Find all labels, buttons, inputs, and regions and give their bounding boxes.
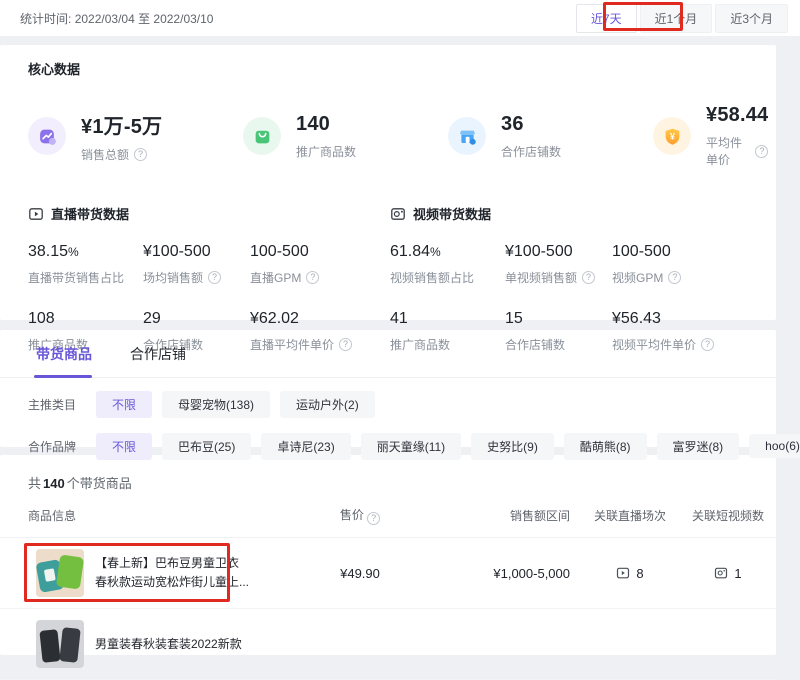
help-icon[interactable] xyxy=(367,512,380,525)
metric-label: 销售总额 xyxy=(81,146,129,163)
live-session-count: 8 xyxy=(580,566,680,581)
range-button-7d[interactable]: 近7天 xyxy=(576,4,637,33)
price-shield-icon: ¥ xyxy=(653,117,691,155)
product-bag-icon xyxy=(243,117,281,155)
metric-value: 36 xyxy=(501,113,561,136)
metric-total-sales: ¥1万-5万 销售总额 xyxy=(28,104,243,168)
product-title: 男童装春秋装套装2022新款 xyxy=(95,635,242,654)
short-video-icon xyxy=(714,566,728,580)
chip-category[interactable]: 母婴宠物(138) xyxy=(162,391,270,418)
chip-unlimited[interactable]: 不限 xyxy=(96,433,152,460)
live-metric: ¥62.02 直播平均件单价 xyxy=(250,310,390,353)
chip-brand[interactable]: 酷萌熊(8) xyxy=(564,433,647,460)
filter-label: 合作品牌 xyxy=(28,438,96,455)
metric-avg-unit-price: ¥ ¥58.44 平均件单价 xyxy=(653,104,768,168)
help-icon[interactable] xyxy=(339,338,352,351)
stat-time-value: 2022/03/04 至 2022/03/10 xyxy=(75,12,214,26)
stat-time-label: 统计时间: xyxy=(20,12,71,26)
help-icon[interactable] xyxy=(582,271,595,284)
core-metrics: ¥1万-5万 销售总额 140 推广商品数 36 合作店铺数 ¥ xyxy=(28,104,752,168)
topbar: 统计时间: 2022/03/04 至 2022/03/10 近7天 近1个月 近… xyxy=(0,0,800,36)
table-row[interactable]: 【春上新】巴布豆男童卫衣 春秋款运动宽松炸街儿童上... ¥49.90 ¥1,0… xyxy=(0,538,776,609)
range-button-1m[interactable]: 近1个月 xyxy=(640,4,713,33)
video-commerce-section: 视频带货数据 61.84% 视频销售额占比 ¥100-500 单视频销售额 10… xyxy=(390,204,752,353)
col-sales-range: 销售额区间 xyxy=(420,507,580,524)
help-icon[interactable] xyxy=(668,271,681,284)
live-section-title: 直播带货数据 xyxy=(51,204,129,223)
svg-text:¥: ¥ xyxy=(670,131,675,141)
video-metric: 41 推广商品数 xyxy=(390,310,505,353)
col-video-count: 关联短视频数 xyxy=(680,507,776,524)
video-metric: ¥100-500 单视频销售额 xyxy=(505,243,612,286)
product-price: ¥49.90 xyxy=(300,566,420,581)
help-icon[interactable] xyxy=(208,271,221,284)
metric-value: ¥58.44 xyxy=(706,104,768,127)
metric-label: 平均件单价 xyxy=(706,134,750,168)
help-icon[interactable] xyxy=(134,148,147,161)
product-table-card: 共140个带货商品 商品信息 售价 销售额区间 关联直播场次 关联短视频数 【春… xyxy=(0,455,776,655)
core-data-card: 核心数据 ¥1万-5万 销售总额 140 推广商品数 xyxy=(0,45,776,320)
video-metric: 100-500 视频GPM xyxy=(612,243,752,286)
chip-brand[interactable]: 富罗迷(8) xyxy=(657,433,740,460)
metric-label: 合作店铺数 xyxy=(501,143,561,160)
filter-label: 主推类目 xyxy=(28,396,96,413)
product-title: 【春上新】巴布豆男童卫衣 春秋款运动宽松炸街儿童上... xyxy=(95,554,249,592)
filter-row-category: 主推类目 不限 母婴宠物(138) 运动户外(2) xyxy=(0,378,776,418)
metric-promoted-products: 140 推广商品数 xyxy=(243,104,448,168)
live-session-icon xyxy=(616,566,630,580)
col-live-sessions: 关联直播场次 xyxy=(580,507,680,524)
metric-label: 推广商品数 xyxy=(296,143,356,160)
core-data-title: 核心数据 xyxy=(28,59,752,78)
live-metric: 100-500 直播GPM xyxy=(250,243,390,286)
help-icon[interactable] xyxy=(701,338,714,351)
col-price: 售价 xyxy=(300,506,420,525)
video-section-title: 视频带货数据 xyxy=(413,204,491,223)
video-metric: ¥56.43 视频平均件单价 xyxy=(612,310,752,353)
live-play-icon xyxy=(28,206,44,222)
chip-brand[interactable]: 卓诗尼(23) xyxy=(261,433,350,460)
sales-trend-icon xyxy=(28,117,66,155)
video-camera-icon xyxy=(390,206,406,222)
date-range-group: 近7天 近1个月 近3个月 xyxy=(576,4,788,33)
live-metric: 38.15% 直播带货销售占比 xyxy=(28,243,143,286)
chip-category[interactable]: 运动户外(2) xyxy=(280,391,375,418)
live-metric: ¥100-500 场均销售额 xyxy=(143,243,250,286)
chip-brand[interactable]: 巴布豆(25) xyxy=(162,433,251,460)
metric-value: 140 xyxy=(296,113,356,136)
metric-value: ¥1万-5万 xyxy=(81,110,162,139)
range-button-3m[interactable]: 近3个月 xyxy=(715,4,788,33)
help-icon[interactable] xyxy=(306,271,319,284)
tab-products[interactable]: 带货商品 xyxy=(36,344,92,377)
product-image xyxy=(36,549,84,597)
table-row[interactable]: 男童装春秋装套装2022新款 xyxy=(0,609,776,680)
product-count: 140 xyxy=(43,476,65,491)
col-product-info: 商品信息 xyxy=(28,507,300,524)
metric-partner-shops: 36 合作店铺数 xyxy=(448,104,653,168)
filter-row-brand: 合作品牌 不限 巴布豆(25) 卓诗尼(23) 丽天童缘(11) 史努比(9) … xyxy=(0,418,776,463)
tab-shops[interactable]: 合作店铺 xyxy=(130,344,186,377)
chip-unlimited[interactable]: 不限 xyxy=(96,391,152,418)
product-image xyxy=(36,620,84,668)
stat-time: 统计时间: 2022/03/04 至 2022/03/10 xyxy=(20,10,213,27)
chip-brand[interactable]: 丽天童缘(11) xyxy=(361,433,461,460)
video-metric: 15 合作店铺数 xyxy=(505,310,612,353)
shop-store-icon xyxy=(448,117,486,155)
product-sales-range: ¥1,000-5,000 xyxy=(420,566,580,581)
video-metric: 61.84% 视频销售额占比 xyxy=(390,243,505,286)
chip-brand[interactable]: hoo(6) xyxy=(749,434,800,458)
short-video-count: 1 xyxy=(680,566,776,581)
live-commerce-section: 直播带货数据 38.15% 直播带货销售占比 ¥100-500 场均销售额 10… xyxy=(28,204,390,353)
help-icon[interactable] xyxy=(755,145,768,158)
table-header: 商品信息 售价 销售额区间 关联直播场次 关联短视频数 xyxy=(0,506,776,538)
chip-brand[interactable]: 史努比(9) xyxy=(471,433,554,460)
